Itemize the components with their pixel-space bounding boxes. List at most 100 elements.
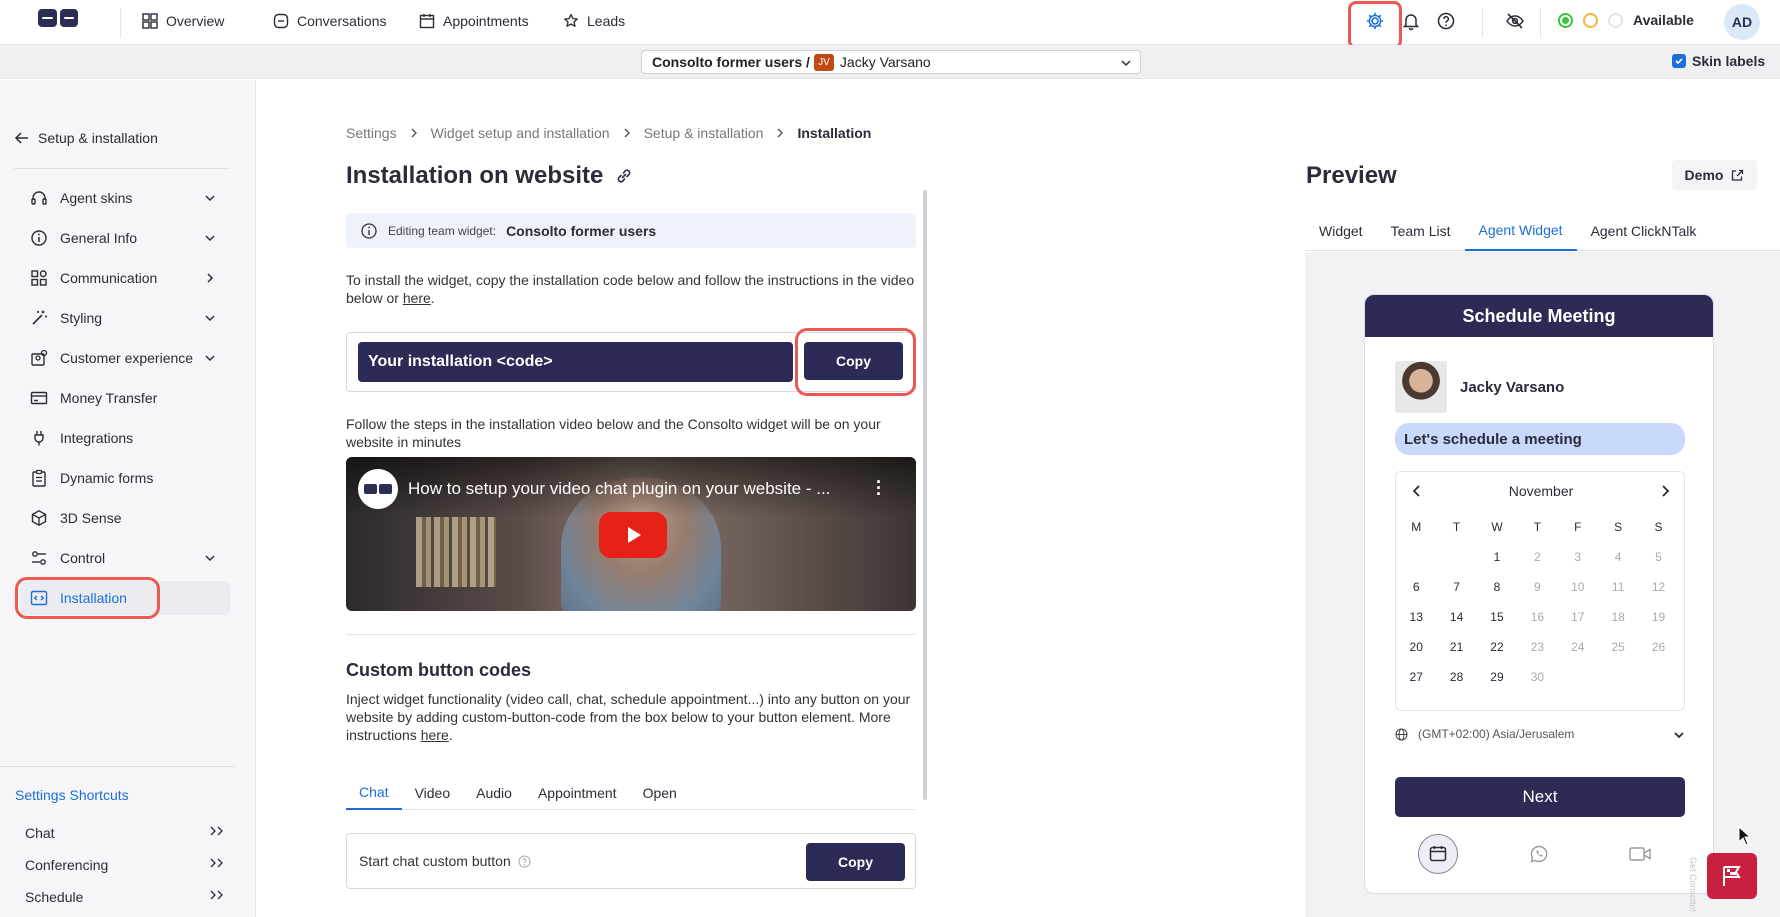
weekday-label: T [1452, 520, 1461, 534]
nav-appointments[interactable]: Appointments [419, 0, 529, 42]
chevron-down-icon[interactable] [200, 348, 220, 368]
chevron-down-icon[interactable] [200, 228, 220, 248]
copy-chat-button[interactable]: Copy [806, 843, 905, 881]
back-link[interactable]: Setup & installation [14, 130, 158, 146]
status-online-dot[interactable] [1558, 13, 1573, 28]
scrollbar[interactable] [923, 190, 927, 800]
sidebar-item-integrations[interactable]: Integrations [20, 421, 230, 455]
chevron-down-icon[interactable] [200, 548, 220, 568]
gear-icon[interactable] [1365, 11, 1385, 31]
tab-agent-widget[interactable]: Agent Widget [1464, 211, 1577, 251]
nav-leads[interactable]: Leads [563, 0, 625, 42]
tab-team-list[interactable]: Team List [1377, 211, 1465, 251]
shortcut-schedule[interactable]: Schedule [25, 889, 225, 905]
tab-widget[interactable]: Widget [1305, 211, 1377, 251]
check-icon [1672, 54, 1686, 68]
top-bar: Overview Conversations Appointments Lead… [0, 0, 1780, 49]
flag-launcher-button[interactable] [1707, 853, 1757, 899]
bell-icon[interactable] [1401, 11, 1421, 31]
link-icon[interactable] [615, 167, 633, 185]
calendar-day[interactable]: 14 [1436, 602, 1476, 632]
sidebar-item-agent-skins[interactable]: Agent skins [20, 181, 230, 215]
double-chevron-right-icon [210, 826, 223, 836]
consolto-logo[interactable] [38, 9, 78, 27]
tab-open[interactable]: Open [630, 775, 690, 810]
sidebar-item-communication[interactable]: Communication [20, 261, 230, 295]
nav-overview[interactable]: Overview [142, 0, 224, 42]
status-away-dot[interactable] [1583, 13, 1598, 28]
intro-here-link[interactable]: here [403, 290, 431, 306]
breadcrumb-widget-setup[interactable]: Widget setup and installation [431, 125, 610, 141]
calendar-day[interactable]: 8 [1477, 572, 1517, 602]
video-title[interactable]: How to setup your video chat plugin on y… [408, 479, 830, 499]
calendar-day[interactable]: 13 [1396, 602, 1436, 632]
headset-icon [31, 191, 47, 205]
channel-logo-icon[interactable] [358, 469, 398, 509]
chevron-left-icon[interactable] [1410, 484, 1424, 498]
weekday-label: W [1491, 520, 1503, 534]
tab-audio[interactable]: Audio [463, 775, 525, 810]
grid-icon [142, 13, 158, 29]
calendar-month: November [1508, 483, 1574, 499]
get-consolto-brand[interactable]: Get Consolto! [1688, 857, 1698, 912]
sidebar-item-money-transfer[interactable]: Money Transfer [20, 381, 230, 415]
shortcut-chat[interactable]: Chat [25, 825, 225, 841]
help-icon[interactable] [518, 855, 531, 868]
calendar: November M T W T F S S 1 2 3 4 5 6 7 8 9 10 11 12 13 14 15 16 1… [1395, 471, 1685, 711]
calendar-grid: M T W T F S S 1 2 3 4 5 6 7 8 9 10 11 12 13 14 15 16 17 18 19 20 21… [1396, 512, 1686, 692]
avatar[interactable]: AD [1724, 4, 1760, 40]
sidebar-item-label: Dynamic forms [60, 470, 154, 486]
play-icon[interactable] [599, 512, 667, 558]
chevron-right-icon[interactable] [200, 268, 220, 288]
more-vertical-icon[interactable]: · · · [876, 473, 882, 503]
team-agent-select[interactable]: Consolto former users / JV Jacky Varsano [641, 50, 1141, 74]
sidebar-item-3d-sense[interactable]: 3D Sense [20, 501, 230, 535]
tab-video[interactable]: Video [402, 775, 464, 810]
breadcrumb-setup-installation[interactable]: Setup & installation [644, 125, 764, 141]
chevron-down-icon[interactable] [200, 308, 220, 328]
chevron-down-icon[interactable] [200, 188, 220, 208]
calendar-day: 25 [1611, 640, 1625, 654]
calendar-day[interactable]: 29 [1477, 662, 1517, 692]
tab-agent-clickntalk[interactable]: Agent ClickNTalk [1577, 211, 1711, 251]
sidebar-item-control[interactable]: Control [20, 541, 230, 575]
cube-icon [31, 509, 47, 527]
sidebar-item-dynamic-forms[interactable]: Dynamic forms [20, 461, 230, 495]
hidden-eye-icon[interactable] [1505, 11, 1525, 31]
demo-button[interactable]: Demo [1672, 160, 1757, 190]
chevron-right-icon[interactable] [1658, 484, 1672, 498]
steps-text: Follow the steps in the installation vid… [346, 416, 881, 450]
calendar-day: 3 [1574, 550, 1582, 564]
calendar-day[interactable]: 20 [1396, 632, 1436, 662]
skin-labels-checkbox[interactable]: Skin labels [1672, 53, 1765, 69]
nav-conversations[interactable]: Conversations [273, 0, 387, 42]
flag-icon [1723, 866, 1741, 886]
calendar-empty [1638, 662, 1678, 692]
breadcrumb-settings[interactable]: Settings [346, 125, 397, 141]
weekday-label: F [1574, 520, 1582, 534]
help-icon[interactable] [1436, 11, 1456, 31]
weekday-label: T [1533, 520, 1542, 534]
double-chevron-right-icon [210, 858, 223, 868]
sidebar-item-styling[interactable]: Styling [20, 301, 230, 335]
tab-chat[interactable]: Chat [346, 775, 402, 810]
calendar-day[interactable]: 22 [1477, 632, 1517, 662]
calendar-day[interactable]: 7 [1436, 572, 1476, 602]
installation-video[interactable]: How to setup your video chat plugin on y… [346, 457, 916, 611]
calendar-day[interactable]: 27 [1396, 662, 1436, 692]
shortcut-conferencing[interactable]: Conferencing [25, 857, 225, 873]
sidebar-item-customer-experience[interactable]: Customer experience [20, 341, 230, 375]
timezone-select[interactable]: (GMT+02:00) Asia/Jerusalem [1395, 727, 1685, 741]
next-button[interactable]: Next [1395, 777, 1685, 817]
calendar-day[interactable]: 28 [1436, 662, 1476, 692]
sidebar-item-label: 3D Sense [60, 510, 122, 526]
status-offline-dot[interactable] [1608, 13, 1623, 28]
sidebar-item-general-info[interactable]: General Info [20, 221, 230, 255]
calendar-day[interactable]: 21 [1436, 632, 1476, 662]
tab-appointment[interactable]: Appointment [525, 775, 630, 810]
calendar-day[interactable]: 6 [1396, 572, 1436, 602]
calendar-day[interactable]: 1 [1477, 542, 1517, 572]
custom-here-link[interactable]: here [421, 727, 449, 743]
calendar-day[interactable]: 15 [1477, 602, 1517, 632]
installation-code-field[interactable]: Your installation <code> [358, 342, 793, 382]
